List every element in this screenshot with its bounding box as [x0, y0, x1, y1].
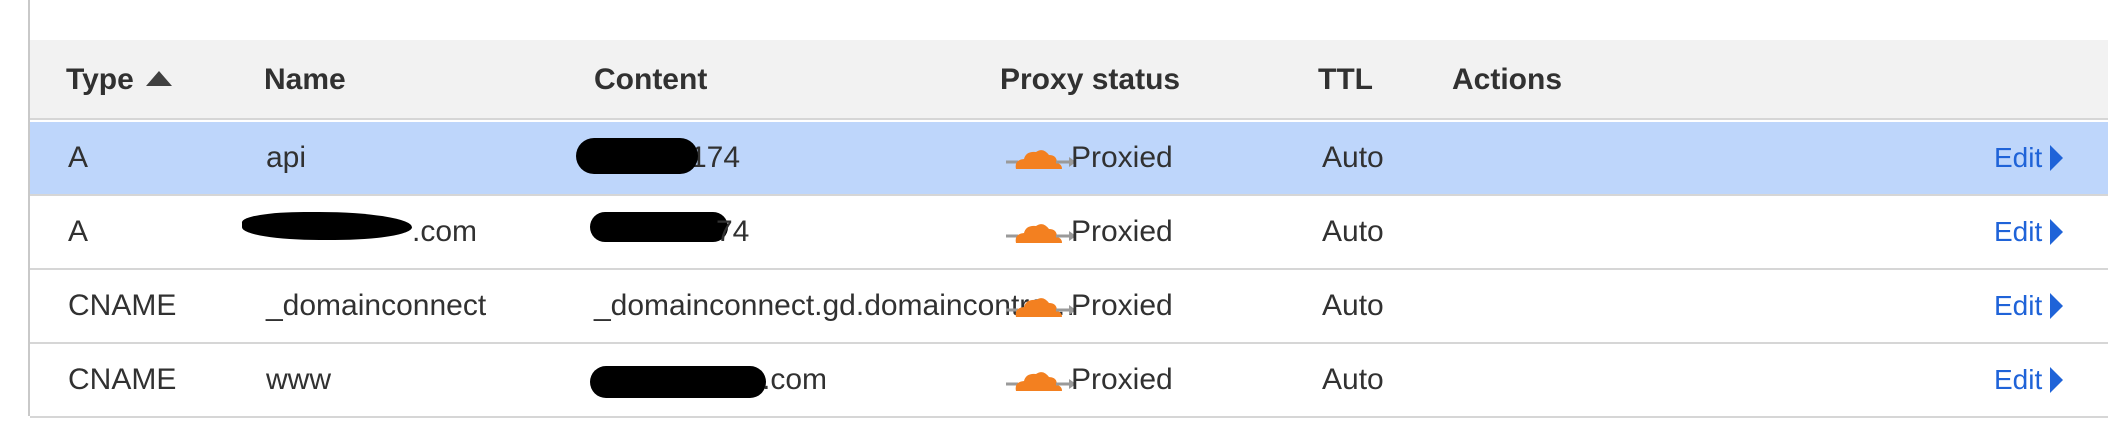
- redaction-mark: [242, 212, 412, 240]
- record-type: CNAME: [68, 363, 177, 396]
- record-type: A: [68, 141, 89, 174]
- caret-right-icon: [2050, 366, 2064, 393]
- cloud-proxied-icon: [1006, 150, 1076, 169]
- column-header-name[interactable]: Name: [264, 40, 346, 120]
- redaction-mark: [576, 138, 698, 174]
- sort-ascending-icon: [145, 70, 172, 86]
- table-row[interactable]: CNAME www .com Proxied Auto Edit: [30, 344, 2108, 418]
- record-content: 74: [716, 215, 750, 248]
- proxy-status-label: Proxied: [1071, 363, 1173, 396]
- edit-record-button[interactable]: Edit: [1994, 344, 2064, 416]
- edit-label: Edit: [1994, 142, 2043, 173]
- column-header-proxy-status[interactable]: Proxy status: [1000, 40, 1180, 120]
- edit-label: Edit: [1994, 364, 2043, 395]
- record-type: A: [68, 215, 89, 248]
- edit-record-button[interactable]: Edit: [1994, 196, 2064, 268]
- proxy-status-label: Proxied: [1071, 215, 1173, 248]
- record-type: CNAME: [68, 289, 177, 322]
- caret-right-icon: [2050, 144, 2064, 171]
- table-row[interactable]: A api 174 Proxied Auto Edit: [30, 122, 2108, 196]
- caret-right-icon: [2050, 218, 2064, 245]
- record-content: .com: [762, 363, 828, 396]
- record-name: api: [266, 141, 307, 174]
- column-header-actions: Actions: [1452, 63, 1563, 96]
- edit-record-button[interactable]: Edit: [1994, 270, 2064, 342]
- record-ttl: Auto: [1322, 363, 1384, 396]
- proxy-status-label: Proxied: [1071, 289, 1173, 322]
- table-row[interactable]: A .com 74 Proxied Auto Edit: [30, 196, 2108, 270]
- column-header-type-label: Type: [66, 63, 134, 96]
- record-ttl: Auto: [1322, 141, 1384, 174]
- cloud-proxied-icon: [1006, 372, 1076, 391]
- record-name: www: [266, 363, 331, 396]
- record-name: .com: [412, 215, 478, 248]
- column-header-content[interactable]: Content: [594, 40, 707, 120]
- record-ttl: Auto: [1322, 215, 1384, 248]
- edit-label: Edit: [1994, 290, 2043, 321]
- edit-record-button[interactable]: Edit: [1994, 122, 2064, 194]
- proxy-status-label: Proxied: [1071, 141, 1173, 174]
- redaction-mark: [590, 212, 728, 242]
- table-header: Type Name Content Proxy status TTL Actio…: [30, 40, 2108, 120]
- record-ttl: Auto: [1322, 289, 1384, 322]
- redaction-mark: [590, 366, 766, 398]
- column-header-type[interactable]: Type: [66, 40, 172, 120]
- cloud-proxied-icon: [1006, 298, 1076, 317]
- table-row[interactable]: CNAME _domainconnect _domainconnect.gd.d…: [30, 270, 2108, 344]
- caret-right-icon: [2050, 292, 2064, 319]
- edit-label: Edit: [1994, 216, 2043, 247]
- record-name: _domainconnect: [266, 289, 487, 322]
- cloud-proxied-icon: [1006, 224, 1076, 243]
- column-header-ttl[interactable]: TTL: [1318, 40, 1373, 120]
